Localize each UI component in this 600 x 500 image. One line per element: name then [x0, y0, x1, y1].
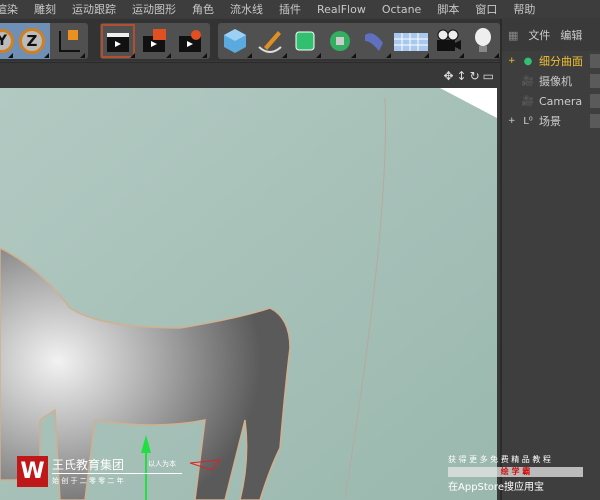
menu-render[interactable]: 渲染	[0, 1, 18, 17]
move-view-icon[interactable]: ✥	[443, 69, 453, 83]
menu-character[interactable]: 角色	[192, 1, 214, 17]
object-manager: ▦ 文件 编辑 + ● 细分曲面 🎥 摄像机 🎥 Camera + L⁰ 场景	[500, 19, 600, 500]
menu-pipeline[interactable]: 流水线	[230, 1, 263, 17]
menu-octane[interactable]: Octane	[382, 3, 422, 16]
object-item[interactable]: 🎥 Camera	[502, 91, 600, 111]
axis-y-button[interactable]: Y	[0, 23, 14, 59]
camera-icon: 🎥	[521, 95, 535, 107]
axis-group: Y Z	[0, 23, 88, 59]
watermark-promo: 获 得 更 多 免 费 精 品 教 程 绘 学 霸 在AppStore搜应用宝	[448, 454, 583, 493]
menu-edit[interactable]: 编辑	[560, 27, 582, 43]
object-item[interactable]: + L⁰ 场景	[502, 111, 600, 131]
menu-motion-tracking[interactable]: 运动跟踪	[72, 1, 116, 17]
bend-deformer-icon[interactable]	[357, 23, 392, 59]
subdivision-icon: ●	[523, 55, 533, 67]
menu-bar: 渲染 雕刻 运动跟踪 运动图形 角色 流水线 插件 RealFlow Octan…	[0, 0, 600, 18]
object-item[interactable]: 🎥 摄像机	[502, 71, 600, 91]
render-view-icon[interactable]	[100, 23, 136, 59]
menu-script[interactable]: 脚本	[437, 1, 459, 17]
menu-help[interactable]: 帮助	[513, 1, 535, 17]
render-picture-viewer-icon[interactable]	[136, 23, 172, 59]
render-settings-icon[interactable]	[172, 23, 208, 59]
toggle-view-icon[interactable]: ▭	[483, 69, 494, 83]
pen-icon[interactable]	[253, 23, 288, 59]
scene-render	[0, 88, 497, 500]
menu-file[interactable]: 文件	[528, 27, 550, 43]
rotate-view-icon[interactable]: ↻	[470, 69, 480, 83]
cube-icon[interactable]	[218, 23, 253, 59]
render-group	[100, 23, 210, 59]
toolbar: Y Z	[0, 19, 500, 61]
coordinate-system-icon[interactable]	[50, 23, 86, 59]
objects-group	[218, 23, 500, 59]
null-icon: L⁰	[523, 115, 533, 127]
menu-mograph[interactable]: 运动图形	[132, 1, 176, 17]
viewport[interactable]	[0, 88, 497, 500]
menu-window[interactable]: 窗口	[475, 1, 497, 17]
zoom-view-icon[interactable]: ↕	[457, 69, 467, 83]
menu-sculpt[interactable]: 雕刻	[34, 1, 56, 17]
axis-z-button[interactable]: Z	[14, 23, 50, 59]
brand-logo-icon: W	[17, 456, 48, 487]
light-icon[interactable]	[465, 23, 500, 59]
subdivision-surface-icon[interactable]	[288, 23, 323, 59]
floor-icon[interactable]	[392, 23, 431, 59]
object-item[interactable]: + ● 细分曲面	[502, 51, 600, 71]
viewport-header: ✥ ↕ ↻ ▭	[0, 62, 500, 88]
array-icon[interactable]	[322, 23, 357, 59]
menu-plugins[interactable]: 插件	[279, 1, 301, 17]
camera-icon[interactable]	[430, 23, 465, 59]
grip-icon: ▦	[508, 28, 519, 42]
camera-icon: 🎥	[521, 75, 535, 87]
menu-realflow[interactable]: RealFlow	[317, 3, 366, 16]
